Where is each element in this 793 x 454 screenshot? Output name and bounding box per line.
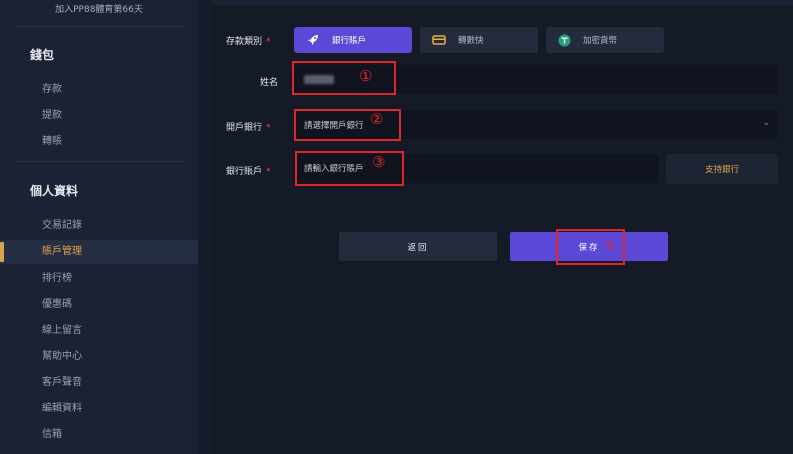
deposit-type-label-text: 存款類別 (226, 37, 263, 47)
back-button[interactable]: 返回 (339, 232, 497, 261)
sidebar-item-mailbox[interactable]: 信箱 (0, 423, 198, 447)
sidebar-item-customer-voice[interactable]: 客戶聲音 (0, 371, 198, 395)
rocket-icon (306, 33, 320, 47)
tether-icon (558, 34, 571, 47)
type-crypto-button[interactable]: 加密貨幣 (546, 27, 664, 53)
card-icon (432, 34, 446, 46)
support-bank-button[interactable]: 支持銀行 (666, 154, 778, 184)
divider (16, 161, 186, 162)
required-mark: * (266, 167, 271, 177)
deposit-type-label: 存款類別 * (226, 34, 286, 47)
type-fps-label: 轉數快 (458, 36, 484, 46)
sidebar-item-edit-profile[interactable]: 編輯資料 (0, 397, 198, 421)
type-bank-account-button[interactable]: 銀行賬戶 (294, 27, 412, 53)
required-mark: * (266, 37, 271, 47)
annotation-box-3 (295, 151, 404, 186)
sidebar-item-transactions[interactable]: 交易記錄 (0, 214, 198, 238)
annotation-number-2: ② (370, 110, 384, 128)
account-label-text: 銀行賬戶 (226, 167, 263, 177)
sidebar-item-withdraw[interactable]: 提款 (0, 104, 198, 128)
sidebar-gap (198, 0, 212, 454)
annotation-number-1: ① (359, 67, 373, 85)
annotation-number-4: ④ (605, 238, 616, 252)
chevron-down-icon: ⌄ (762, 118, 770, 128)
join-days-text: 加入PP88體育第66天 (55, 5, 143, 15)
annotation-number-3: ③ (372, 153, 386, 171)
top-band (212, 0, 793, 6)
name-label: 姓名 (259, 78, 278, 88)
type-bank-account-label: 銀行賬戶 (332, 36, 367, 46)
sidebar-item-deposit[interactable]: 存款 (0, 78, 198, 102)
sidebar-item-help-center[interactable]: 幫助中心 (0, 345, 198, 369)
required-mark: * (266, 123, 271, 133)
bank-label-text: 開戶銀行 (226, 123, 263, 133)
sidebar-item-promo-code[interactable]: 優惠碼 (0, 293, 198, 317)
sidebar-item-online-message[interactable]: 線上留言 (0, 319, 198, 343)
type-fps-button[interactable]: 轉數快 (420, 27, 538, 53)
annotation-box-1 (292, 61, 396, 95)
bank-label: 開戶銀行 * (226, 120, 288, 133)
type-crypto-label: 加密貨幣 (583, 36, 618, 46)
annotation-box-2 (294, 109, 401, 141)
sidebar-item-transfer[interactable]: 轉賬 (0, 130, 198, 154)
sidebar-item-leaderboard[interactable]: 排行榜 (0, 267, 198, 291)
sidebar: 加入PP88體育第66天 錢包 存款 提款 轉賬 個人資料 交易記錄 賬戶管理 … (0, 0, 198, 454)
profile-section-title: 個人資料 (30, 184, 79, 198)
sidebar-item-account-management[interactable]: 賬戶管理 (0, 240, 198, 264)
wallet-section-title: 錢包 (30, 48, 55, 62)
account-label: 銀行賬戶 * (226, 164, 290, 177)
divider (16, 26, 186, 27)
